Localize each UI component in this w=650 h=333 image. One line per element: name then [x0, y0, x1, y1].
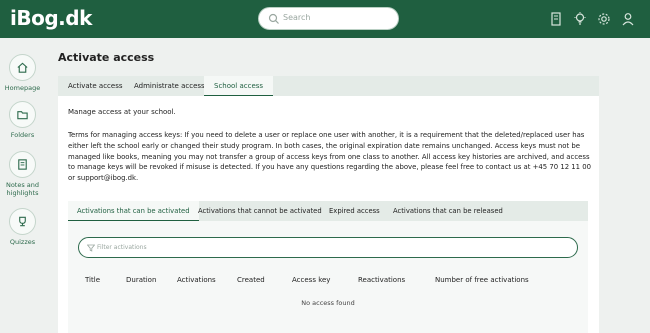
subtab-expired-access[interactable]: Expired access: [320, 201, 389, 221]
notes-icon: [18, 159, 27, 170]
search-placeholder: Search: [283, 13, 311, 22]
trophy-icon: [19, 216, 26, 227]
filter-input[interactable]: Filter activations: [78, 237, 578, 258]
sidebar-item-label: Folders: [10, 131, 35, 139]
column-header-title: Title: [85, 276, 101, 284]
filter-icon: [87, 244, 95, 252]
tab-administrate-access[interactable]: Administrate access: [124, 76, 215, 96]
sidebar-item-notes[interactable]: Notes and highlights: [0, 151, 45, 197]
search-icon: [268, 13, 279, 24]
column-header-access-key: Access key: [292, 276, 331, 284]
folder-icon: [17, 111, 28, 120]
column-header-activations: Activations: [177, 276, 216, 284]
filter-placeholder: Filter activations: [97, 244, 147, 251]
column-header-created: Created: [237, 276, 265, 284]
sidebar: Homepage Folders Notes and highlights Qu…: [0, 38, 45, 333]
book-icon[interactable]: [548, 11, 564, 27]
gear-icon[interactable]: [596, 11, 612, 27]
subtab-cannot-be-activated[interactable]: Activations that cannot be activated: [189, 201, 331, 221]
lightbulb-icon[interactable]: [572, 11, 588, 27]
logo[interactable]: iBog.dk: [10, 6, 92, 30]
activation-subtabs: Activations that can be activated Activa…: [68, 201, 588, 221]
sidebar-item-label: Homepage: [4, 84, 41, 92]
empty-state-text: No access found: [301, 299, 355, 307]
sidebar-item-folders[interactable]: Folders: [0, 101, 45, 139]
subtab-can-be-released[interactable]: Activations that can be released: [384, 201, 512, 221]
subtab-can-be-activated[interactable]: Activations that can be activated: [68, 201, 199, 221]
column-header-duration: Duration: [126, 276, 157, 284]
tab-school-access[interactable]: School access: [204, 76, 274, 96]
header-icons: [548, 11, 636, 27]
search-input[interactable]: Search: [258, 7, 399, 30]
sidebar-item-quizzes[interactable]: Quizzes: [0, 208, 45, 246]
user-icon[interactable]: [620, 11, 636, 27]
column-header-free-activations: Number of free activations: [435, 276, 529, 284]
sidebar-item-label: Quizzes: [9, 238, 36, 246]
terms-text: Terms for managing access keys: If you n…: [68, 131, 592, 183]
home-icon: [17, 62, 28, 73]
tab-activate-access[interactable]: Activate access: [58, 76, 133, 96]
column-header-reactivations: Reactivations: [358, 276, 406, 284]
page-title: Activate access: [58, 51, 155, 64]
sidebar-item-label: Notes and highlights: [5, 181, 40, 197]
page-tabs: Activate access Administrate access Scho…: [58, 76, 599, 96]
sidebar-item-homepage[interactable]: Homepage: [0, 54, 45, 92]
top-bar: iBog.dk Search: [0, 0, 650, 38]
description-text: Manage access at your school.: [68, 108, 176, 116]
